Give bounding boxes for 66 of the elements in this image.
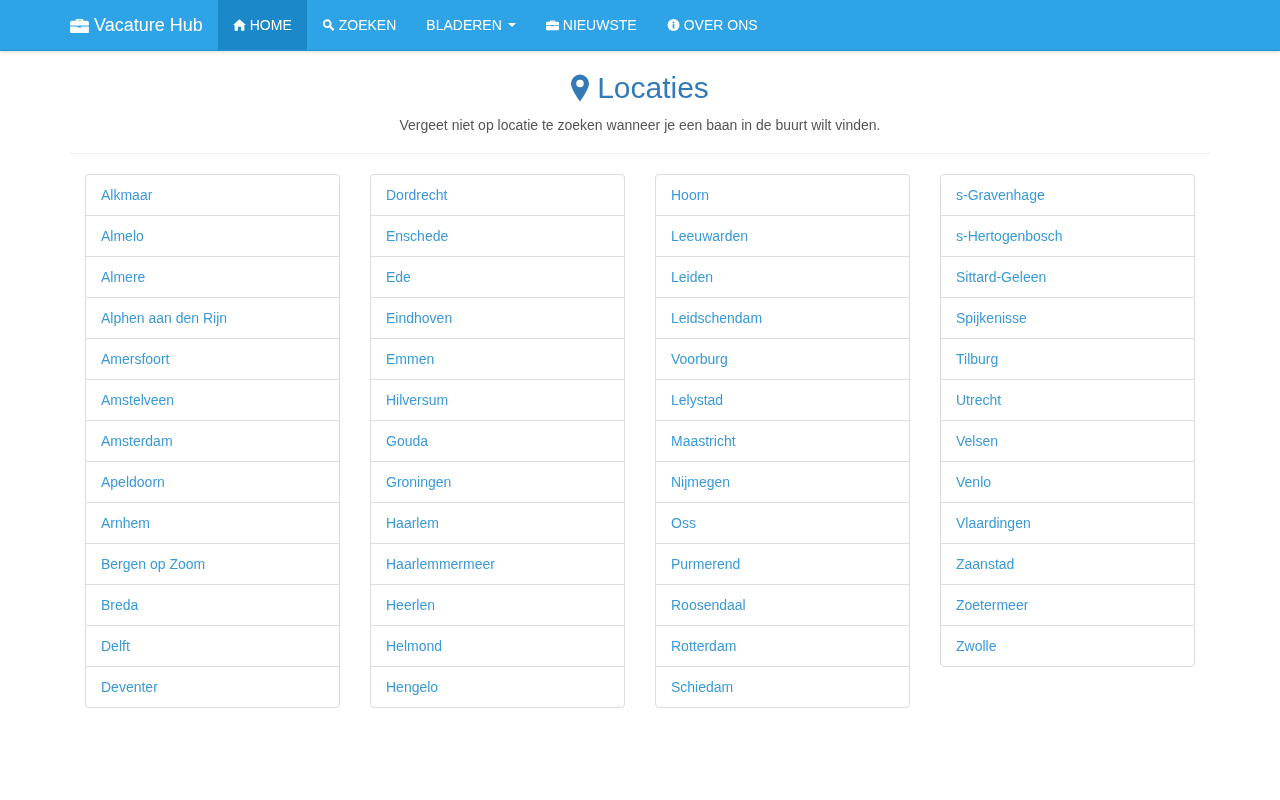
location-link[interactable]: Velsen	[941, 420, 1194, 461]
location-link[interactable]: Dordrecht	[371, 175, 624, 215]
location-link[interactable]: Purmerend	[656, 543, 909, 584]
location-link[interactable]: Sittard-Geleen	[941, 256, 1194, 297]
location-link[interactable]: Heerlen	[371, 584, 624, 625]
nav-tab[interactable]: NIEUWSTE	[530, 0, 652, 50]
location-link[interactable]: Enschede	[371, 215, 624, 256]
location-link[interactable]: Ede	[371, 256, 624, 297]
map-pin-icon	[571, 74, 590, 102]
location-link[interactable]: s-Hertogenbosch	[941, 215, 1194, 256]
caret-icon	[507, 23, 516, 27]
briefcase-icon	[545, 19, 559, 31]
info-icon	[666, 19, 680, 31]
location-link[interactable]: Leidschendam	[656, 297, 909, 338]
home-icon	[232, 19, 246, 31]
location-link[interactable]: Bergen op Zoom	[86, 543, 339, 584]
page-title: Locaties	[597, 71, 709, 105]
location-link[interactable]: Vlaardingen	[941, 502, 1194, 543]
location-link[interactable]: Venlo	[941, 461, 1194, 502]
location-link[interactable]: Eindhoven	[371, 297, 624, 338]
nav-tab[interactable]: OVER ONS	[651, 0, 773, 50]
location-link[interactable]: Oss	[656, 502, 909, 543]
search-icon	[321, 19, 335, 31]
location-link[interactable]: Tilburg	[941, 338, 1194, 379]
location-link[interactable]: Utrecht	[941, 379, 1194, 420]
location-link[interactable]: Maastricht	[656, 420, 909, 461]
nav-tab[interactable]: ZOEKEN	[306, 0, 412, 50]
location-link[interactable]: Spijkenisse	[941, 297, 1194, 338]
location-link[interactable]: Apeldoorn	[86, 461, 339, 502]
location-link[interactable]: Gouda	[371, 420, 624, 461]
brand-link[interactable]: Vacature Hub	[70, 0, 218, 50]
location-link[interactable]: Alphen aan den Rijn	[86, 297, 339, 338]
location-link[interactable]: Leiden	[656, 256, 909, 297]
location-link[interactable]: Amstelveen	[86, 379, 339, 420]
location-link[interactable]: Helmond	[371, 625, 624, 666]
location-link[interactable]: Lelystad	[656, 379, 909, 420]
location-link[interactable]: Zwolle	[941, 625, 1194, 666]
location-link[interactable]: Hilversum	[371, 379, 624, 420]
location-link[interactable]: s-Gravenhage	[941, 175, 1194, 215]
location-link[interactable]: Leeuwarden	[656, 215, 909, 256]
location-link[interactable]: Alkmaar	[86, 175, 339, 215]
location-link[interactable]: Haarlem	[371, 502, 624, 543]
location-link[interactable]: Hengelo	[371, 666, 624, 707]
location-link[interactable]: Voorburg	[656, 338, 909, 379]
page-subtitle: Vergeet niet op locatie te zoeken wanneer je een baan in de buurt wilt vinden.	[398, 117, 882, 133]
location-link[interactable]: Arnhem	[86, 502, 339, 543]
nav-tab[interactable]: HOME	[217, 0, 307, 50]
location-link[interactable]: Groningen	[371, 461, 624, 502]
location-link[interactable]: Amersfoort	[86, 338, 339, 379]
location-link[interactable]: Roosendaal	[656, 584, 909, 625]
location-link[interactable]: Deventer	[86, 666, 339, 707]
location-link[interactable]: Haarlemmermeer	[371, 543, 624, 584]
location-link[interactable]: Nijmegen	[656, 461, 909, 502]
location-link[interactable]: Emmen	[371, 338, 624, 379]
location-link[interactable]: Zoetermeer	[941, 584, 1194, 625]
location-link[interactable]: Hoorn	[656, 175, 909, 215]
nav-tab[interactable]: BLADEREN	[411, 0, 531, 50]
location-link[interactable]: Almelo	[86, 215, 339, 256]
location-link[interactable]: Delft	[86, 625, 339, 666]
location-link[interactable]: Schiedam	[656, 666, 909, 707]
location-link[interactable]: Amsterdam	[86, 420, 339, 461]
location-link[interactable]: Breda	[86, 584, 339, 625]
briefcase-icon	[70, 17, 89, 33]
location-link[interactable]: Almere	[86, 256, 339, 297]
location-link[interactable]: Zaanstad	[941, 543, 1194, 584]
location-link[interactable]: Rotterdam	[656, 625, 909, 666]
